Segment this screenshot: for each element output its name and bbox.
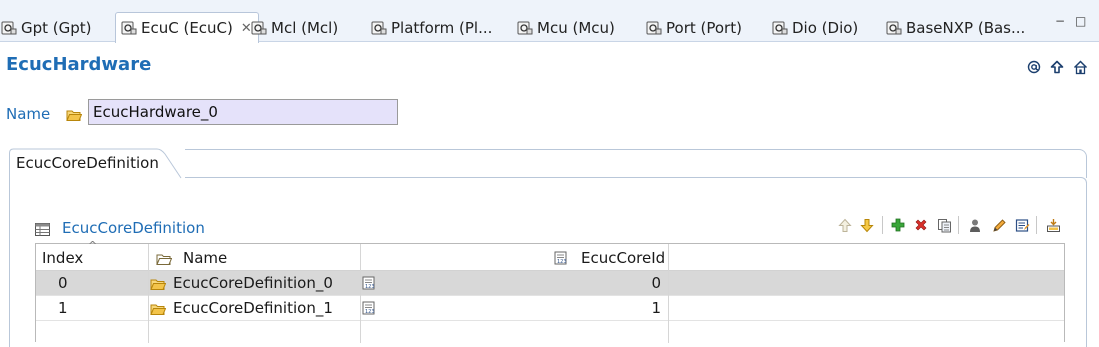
page-title: EcucHardware [6, 54, 152, 75]
row-divider [36, 320, 1064, 321]
user-icon[interactable] [966, 216, 984, 234]
tab-dio[interactable]: Dio (Dio) [771, 14, 858, 42]
column-divider [668, 244, 669, 343]
tab-mcl[interactable]: Mcl (Mcl) [250, 14, 338, 42]
tab-label: Gpt (Gpt) [21, 19, 92, 37]
folder-icon [66, 108, 83, 126]
number-field-icon: 123 [362, 276, 375, 294]
svg-text:123: 123 [365, 284, 375, 290]
row-ecuc-core-id[interactable]: 0 [596, 271, 661, 295]
properties-icon[interactable] [1013, 216, 1031, 234]
delete-icon[interactable] [912, 216, 930, 234]
toolbar-separator [882, 216, 883, 234]
svg-text:123: 123 [557, 259, 567, 265]
add-icon[interactable] [889, 216, 907, 234]
toolbar-separator [958, 216, 959, 234]
folder-icon [156, 252, 173, 270]
table-row[interactable]: 1 EcucCoreDefinition_1 123 1 [36, 296, 1064, 320]
tab-label: BaseNXP (Bas... [906, 19, 1026, 37]
module-file-icon [645, 20, 663, 36]
row-name: EcucCoreDefinition_0 [173, 274, 333, 292]
column-header-ecuc-core-id[interactable]: EcucCoreId [581, 246, 665, 270]
minimize-button[interactable]: − [1055, 14, 1065, 28]
maximize-button[interactable]: □ [1075, 14, 1086, 28]
table-header: Index ^ Name 123 EcucCoreId [36, 239, 1064, 271]
folder-icon [150, 277, 167, 295]
toolbar-separator [1036, 216, 1037, 234]
table-icon [35, 222, 50, 240]
row-index: 1 [58, 299, 68, 317]
row-index: 0 [58, 274, 68, 292]
module-file-icon [0, 20, 18, 36]
module-file-icon [370, 20, 388, 36]
module-file-icon [885, 20, 903, 36]
column-divider [360, 244, 361, 343]
export-icon[interactable] [1044, 216, 1062, 234]
home-icon[interactable] [1073, 60, 1088, 79]
svg-text:123: 123 [365, 309, 375, 315]
module-file-icon [250, 20, 268, 36]
editor-tab-bar: Gpt (Gpt) EcuC (EcuC) ✕ Mcl (Mcl) Platfo… [0, 0, 1099, 43]
tab-ecuc[interactable]: EcuC (EcuC) ✕ [115, 12, 259, 43]
module-file-icon [771, 20, 789, 36]
tab-mcu[interactable]: Mcu (Mcu) [516, 14, 615, 42]
column-header-name[interactable]: Name [183, 246, 227, 270]
tab-label: EcuC (EcuC) [141, 19, 233, 37]
tab-platform[interactable]: Platform (Pl... [370, 14, 492, 42]
number-field-icon: 123 [554, 251, 567, 269]
copy-icon[interactable] [935, 216, 953, 234]
module-file-icon [120, 20, 138, 36]
edit-icon[interactable] [990, 216, 1008, 234]
table-row[interactable]: 0 EcucCoreDefinition_0 123 0 [36, 271, 1064, 295]
name-label: Name [6, 105, 51, 123]
tab-ecuc-core-definition[interactable]: EcucCoreDefinition [9, 148, 185, 179]
name-field[interactable] [88, 99, 398, 125]
number-field-icon: 123 [362, 301, 375, 319]
tab-label: Port (Port) [666, 19, 742, 37]
move-up-icon[interactable] [836, 216, 854, 234]
row-ecuc-core-id[interactable]: 1 [596, 296, 661, 320]
module-file-icon [516, 20, 534, 36]
folder-icon [150, 302, 167, 320]
table-title: EcucCoreDefinition [62, 219, 205, 237]
tab-label: Dio (Dio) [792, 19, 859, 37]
ecuc-core-definition-table: Index ^ Name 123 EcucCoreId 0 EcucCoreDe… [35, 239, 1065, 343]
row-name: EcucCoreDefinition_1 [173, 299, 333, 317]
tab-label: Mcl (Mcl) [271, 19, 339, 37]
up-arrow-icon[interactable] [1050, 60, 1064, 78]
tab-port[interactable]: Port (Port) [645, 14, 742, 42]
tab-label: Mcu (Mcu) [537, 19, 615, 37]
sort-ascending-icon: ^ [88, 239, 98, 252]
section-tab-strip [160, 149, 1087, 178]
at-icon[interactable] [1027, 60, 1041, 78]
section-tab-label: EcucCoreDefinition [16, 154, 159, 172]
column-divider [148, 244, 149, 343]
tab-label: Platform (Pl... [391, 19, 493, 37]
move-down-icon[interactable] [858, 216, 876, 234]
tab-basenxp[interactable]: BaseNXP (Bas... [885, 14, 1025, 42]
column-header-index[interactable]: Index [42, 246, 83, 270]
tab-gpt[interactable]: Gpt (Gpt) [0, 14, 92, 42]
